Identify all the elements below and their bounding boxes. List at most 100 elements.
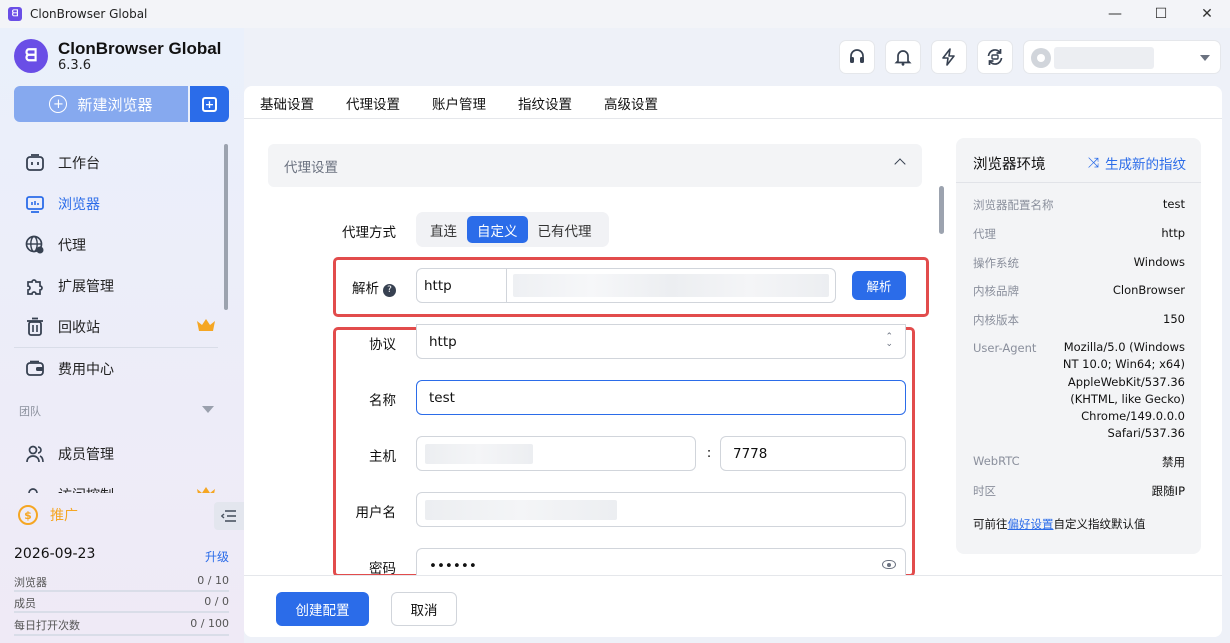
protocol-select[interactable]: http ⌃ ⌄ — [416, 324, 906, 359]
port-input[interactable]: 7778 — [720, 436, 906, 471]
tab-proxy[interactable]: 代理设置 — [330, 86, 416, 119]
proxy-section-header[interactable]: 代理设置 — [268, 144, 922, 187]
sidebar-item-extensions[interactable]: 扩展管理 — [14, 265, 224, 306]
username-value-redacted — [425, 499, 617, 520]
env-key: User-Agent — [973, 341, 1037, 355]
title-bar: ᗺ ClonBrowser Global — ☐ ✕ — [0, 0, 1230, 28]
sidebar-item-browser[interactable]: 浏览器 — [14, 183, 224, 224]
mode-option-custom[interactable]: 自定义 — [467, 216, 528, 243]
quick-action-button[interactable] — [931, 40, 967, 74]
globe-icon — [24, 234, 46, 256]
sidebar-item-label: 扩展管理 — [58, 278, 114, 295]
brand-name: ClonBrowser Global — [58, 39, 222, 58]
sidebar-item-label: 浏览器 — [58, 196, 100, 213]
dollar-coin-icon: $ — [18, 505, 38, 525]
sync-button[interactable] — [977, 40, 1013, 74]
env-title: 浏览器环境 — [973, 157, 1046, 173]
account-menu[interactable] — [1023, 40, 1221, 74]
env-row-proxy: 代理 http — [973, 226, 1185, 242]
settings-tabs: 基础设置 代理设置 账户管理 指纹设置 高级设置 — [244, 86, 1222, 119]
tab-advanced[interactable]: 高级设置 — [588, 86, 674, 119]
preferences-link[interactable]: 偏好设置 — [1008, 517, 1054, 531]
create-config-button[interactable]: 创建配置 — [276, 592, 369, 626]
wallet-icon — [24, 358, 46, 380]
env-key: 内核版本 — [973, 313, 1019, 327]
sidebar-item-members[interactable]: 成员管理 — [14, 433, 224, 474]
new-browser-button[interactable]: + 新建浏览器 — [14, 86, 188, 122]
notifications-button[interactable] — [885, 40, 921, 74]
env-value: ClonBrowser — [1112, 283, 1185, 297]
host-input[interactable] — [416, 436, 696, 471]
env-row-webrtc: WebRTC 禁用 — [973, 454, 1185, 470]
generate-fingerprint-button[interactable]: ⤨ 生成新的指纹 — [1088, 153, 1186, 173]
env-row-os: 操作系统 Windows — [973, 255, 1185, 271]
stat-members: 成员 0 / 0 — [14, 595, 229, 611]
stat-label: 浏览器 — [14, 576, 47, 589]
avatar — [1031, 48, 1051, 68]
sidebar-item-proxy[interactable]: 代理 — [14, 224, 224, 265]
sidebar-item-billing[interactable]: 费用中心 — [14, 348, 224, 389]
brand-logo-icon: ᗺ — [14, 39, 48, 73]
support-button[interactable] — [839, 40, 875, 74]
tab-basic[interactable]: 基础设置 — [244, 86, 330, 119]
env-value: 禁用 — [1162, 455, 1185, 469]
sidebar-item-label: 代理 — [58, 237, 86, 254]
stat-label: 成员 — [14, 597, 36, 610]
env-row-config-name: 浏览器配置名称 test — [973, 197, 1185, 213]
eye-icon[interactable] — [882, 560, 896, 569]
tab-fingerprint[interactable]: 指纹设置 — [502, 86, 588, 119]
env-value: 150 — [1163, 312, 1185, 326]
name-input[interactable]: test — [416, 380, 906, 415]
env-row-kernel-brand: 内核品牌 ClonBrowser — [973, 283, 1185, 299]
chevron-down-icon[interactable] — [202, 406, 214, 413]
stat-daily-opens: 每日打开次数 0 / 100 — [14, 617, 229, 633]
parse-button[interactable]: 解析 — [852, 271, 906, 300]
proxy-mode-selector: 直连 自定义 已有代理 — [416, 212, 609, 247]
sidebar-scrollbar[interactable] — [224, 144, 228, 310]
parse-string-input[interactable] — [513, 274, 829, 297]
maximize-button[interactable]: ☐ — [1138, 0, 1184, 28]
app-logo-icon: ᗺ — [8, 7, 22, 21]
sidebar-item-label: 访问控制 — [58, 485, 114, 494]
username-label: 用户名 — [355, 505, 397, 521]
password-label: 密码 — [369, 561, 396, 577]
stat-bar — [14, 590, 229, 592]
note-prefix: 可前往 — [973, 517, 1008, 531]
close-button[interactable]: ✕ — [1184, 0, 1230, 28]
team-nav: 成员管理 访问控制 — [14, 433, 224, 493]
sidebar-item-trash[interactable]: 回收站 — [14, 306, 224, 347]
sidebar-item-workbench[interactable]: 工作台 — [14, 142, 224, 183]
window-controls: — ☐ ✕ — [1092, 0, 1230, 28]
collapse-sidebar-button[interactable] — [214, 502, 244, 530]
quick-create-button[interactable]: + — [190, 86, 229, 122]
name-label: 名称 — [369, 393, 396, 409]
lightning-icon — [942, 48, 955, 66]
host-value-redacted — [425, 443, 533, 464]
cancel-button[interactable]: 取消 — [391, 592, 457, 626]
stat-value: 0 / 100 — [190, 617, 229, 630]
mode-label: 代理方式 — [342, 225, 396, 241]
mode-option-direct[interactable]: 直连 — [420, 216, 467, 243]
upgrade-link[interactable]: 升级 — [205, 548, 229, 565]
minimize-button[interactable]: — — [1092, 0, 1138, 28]
shuffle-icon: ⤨ — [1087, 155, 1099, 171]
chevron-up-icon — [894, 158, 906, 170]
parse-protocol-field[interactable]: http — [417, 269, 507, 302]
crown-icon — [196, 486, 216, 493]
stat-label: 每日打开次数 — [14, 619, 80, 632]
stat-value: 0 / 10 — [197, 574, 229, 587]
sidebar-item-access-control[interactable]: 访问控制 — [14, 474, 224, 493]
host-label: 主机 — [369, 449, 396, 465]
puzzle-icon — [24, 275, 46, 297]
form-scrollbar[interactable] — [939, 186, 944, 234]
promo-item[interactable]: $ 推广 — [18, 505, 78, 525]
env-value: 跟随IP — [1151, 484, 1185, 498]
trash-icon — [24, 316, 46, 338]
collapse-icon — [221, 510, 236, 522]
help-icon[interactable]: ? — [383, 283, 396, 297]
workbench-icon — [24, 152, 46, 174]
tab-account[interactable]: 账户管理 — [416, 86, 502, 119]
username-input[interactable] — [416, 492, 906, 527]
mode-option-existing[interactable]: 已有代理 — [528, 216, 602, 243]
stat-value: 0 / 0 — [204, 595, 229, 608]
